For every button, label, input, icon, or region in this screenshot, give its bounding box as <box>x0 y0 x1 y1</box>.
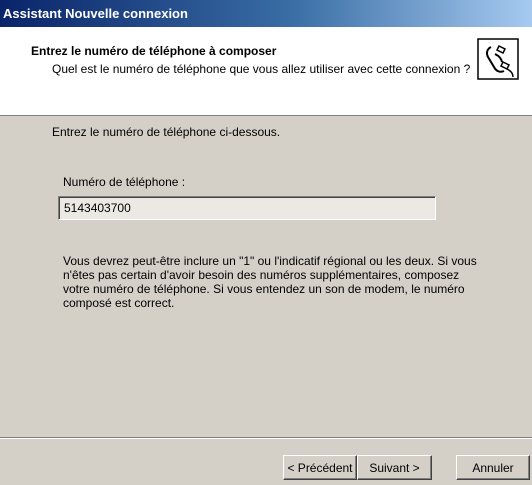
next-button[interactable]: Suivant > <box>357 455 432 480</box>
wizard-header: Entrez le numéro de téléphone à composer… <box>0 27 532 116</box>
intro-text: Entrez le numéro de téléphone ci-dessous… <box>52 125 281 139</box>
back-button[interactable]: < Précédent <box>283 455 357 480</box>
phone-number-input[interactable] <box>58 196 436 220</box>
header-title: Entrez le numéro de téléphone à composer <box>31 44 277 58</box>
footer-separator <box>0 437 532 439</box>
help-text: Vous devrez peut-être inclure un "1" ou … <box>63 254 477 310</box>
header-subtitle: Quel est le numéro de téléphone que vous… <box>52 62 471 76</box>
title-bar: Assistant Nouvelle connexion <box>0 0 532 27</box>
window-title: Assistant Nouvelle connexion <box>3 6 188 21</box>
cancel-button[interactable]: Annuler <box>456 455 530 480</box>
phone-number-label: Numéro de téléphone : <box>63 175 186 189</box>
wizard-window: Assistant Nouvelle connexion Entrez le n… <box>0 0 532 485</box>
phone-icon <box>477 38 519 80</box>
